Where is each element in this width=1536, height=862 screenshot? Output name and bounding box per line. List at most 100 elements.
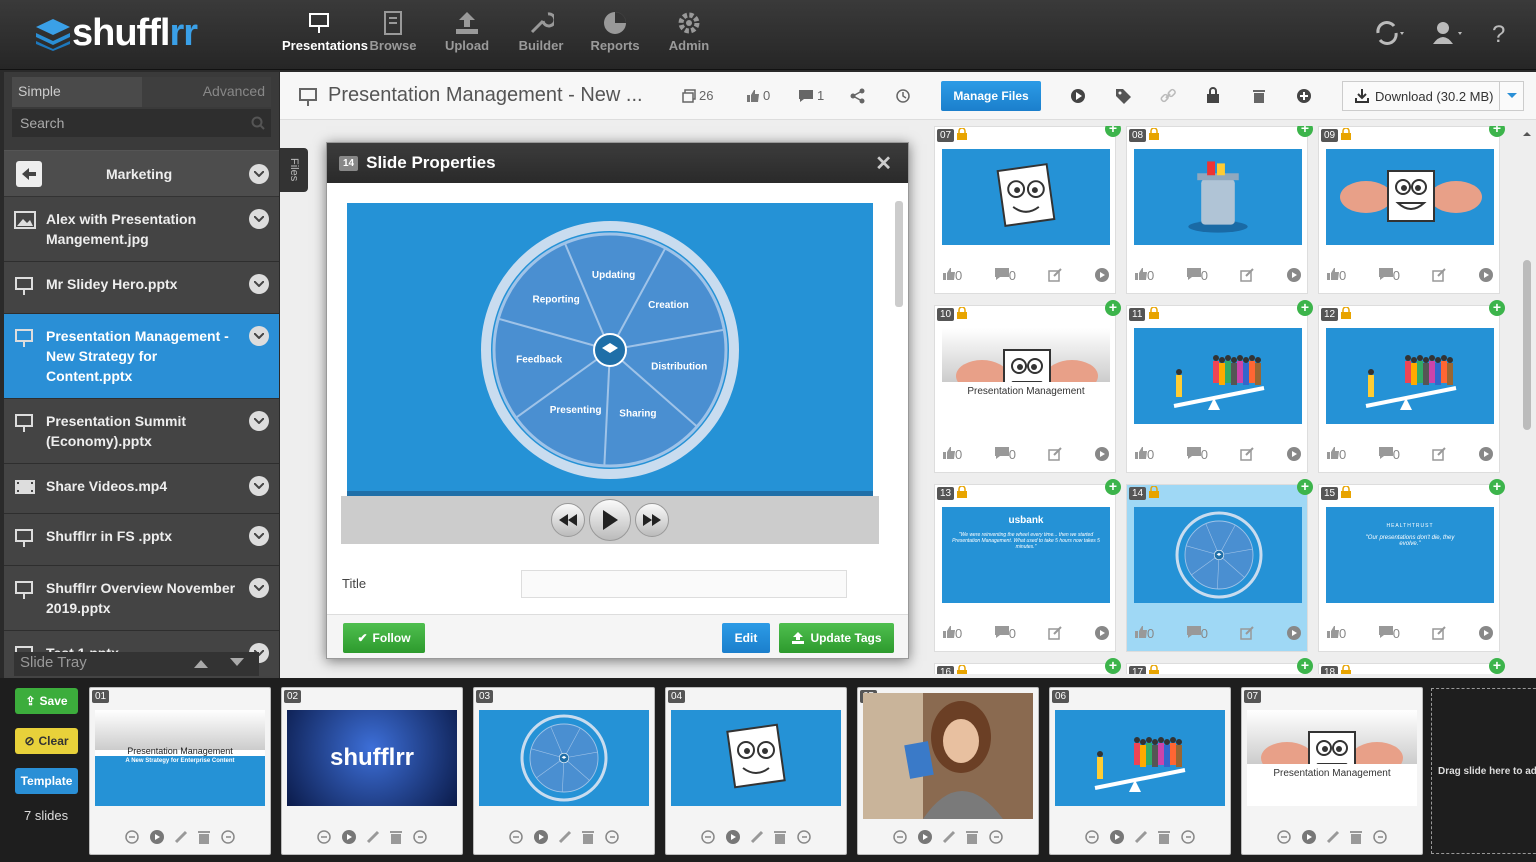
edit-button[interactable]: Edit	[722, 623, 770, 653]
like-action[interactable]: 0	[1135, 626, 1154, 641]
files-tab[interactable]: Files	[280, 148, 308, 192]
play-icon[interactable]	[1094, 626, 1109, 640]
edit-icon[interactable]	[1432, 447, 1447, 461]
lock-icon[interactable]	[1341, 665, 1351, 674]
tags-icon[interactable]	[1115, 88, 1133, 104]
add-slide-icon[interactable]: +	[1105, 126, 1121, 137]
play-button[interactable]	[589, 499, 631, 541]
comments-count[interactable]: 1	[798, 88, 824, 103]
play-icon[interactable]	[341, 830, 356, 844]
slide-thumbnail[interactable]	[1055, 710, 1225, 806]
file-item[interactable]: Shufflrr in FS .pptx	[4, 514, 279, 566]
comment-action[interactable]: 0	[994, 447, 1016, 462]
edit-icon[interactable]	[1048, 447, 1063, 461]
pencil-icon[interactable]	[1326, 830, 1340, 844]
slide-card[interactable]: 14 +0 0	[1126, 479, 1313, 652]
tab-simple[interactable]: Simple	[12, 77, 142, 107]
slide-card[interactable]: 09 +0 0	[1318, 126, 1505, 294]
chevron-down-icon[interactable]	[249, 526, 269, 546]
nav-admin[interactable]: Admin	[652, 8, 726, 53]
pencil-icon[interactable]	[174, 830, 188, 844]
remove-circle-icon[interactable]	[317, 830, 331, 844]
comment-action[interactable]: 0	[1186, 447, 1208, 462]
nav-reports[interactable]: Reports	[578, 8, 652, 53]
link-icon[interactable]	[1160, 88, 1176, 104]
comment-action[interactable]: 0	[1186, 268, 1208, 283]
lock-icon[interactable]	[957, 307, 967, 319]
tray-slide[interactable]: 03	[473, 687, 655, 855]
file-item[interactable]: Presentation Management - New Strategy f…	[4, 314, 279, 399]
file-item[interactable]: Presentation Summit (Economy).pptx	[4, 399, 279, 464]
download-dropdown[interactable]	[1499, 82, 1523, 110]
nav-upload[interactable]: Upload	[430, 8, 504, 53]
chevron-down-icon[interactable]	[249, 476, 269, 496]
scroll-up-icon[interactable]	[1522, 129, 1532, 139]
slide-tray-bar[interactable]: Slide Tray	[14, 652, 259, 676]
like-action[interactable]: 0	[1135, 268, 1154, 283]
play-icon[interactable]	[1094, 447, 1109, 461]
likes-count[interactable]: 0	[746, 88, 770, 103]
add-slide-icon[interactable]: +	[1297, 658, 1313, 674]
chevron-down-icon[interactable]	[249, 326, 269, 346]
slide-thumbnail[interactable]: usbank "We were reinventing the wheel eve…	[942, 507, 1110, 603]
close-icon[interactable]: ✕	[875, 151, 892, 176]
title-input[interactable]	[521, 570, 847, 598]
file-item[interactable]: Mr Slidey Hero.pptx	[4, 262, 279, 314]
back-arrow-icon[interactable]	[16, 160, 42, 187]
chevron-down-icon[interactable]	[249, 274, 269, 294]
forward-button[interactable]	[635, 503, 669, 537]
tray-slide[interactable]: 05	[857, 687, 1039, 855]
trash-icon[interactable]	[1350, 830, 1363, 844]
lock-icon[interactable]	[957, 665, 967, 674]
scroll-thumb[interactable]	[1523, 260, 1531, 430]
like-action[interactable]: 0	[1327, 447, 1346, 462]
pencil-icon[interactable]	[750, 830, 764, 844]
lock-icon[interactable]	[1149, 486, 1159, 498]
like-action[interactable]: 0	[943, 268, 962, 283]
slide-thumbnail[interactable]: shufflrr	[287, 710, 457, 806]
chevron-down-icon[interactable]	[249, 163, 269, 184]
slide-thumbnail[interactable]	[1134, 328, 1302, 424]
slide-card[interactable]: 11 +0 0	[1126, 300, 1313, 473]
drop-zone[interactable]: Drag slide here to ad	[1431, 688, 1536, 854]
file-item[interactable]: Alex with Presentation Mangement.jpg	[4, 197, 279, 262]
slide-card[interactable]: 07 +0 0	[934, 126, 1121, 294]
edit-icon[interactable]	[1048, 268, 1063, 282]
move-right-icon[interactable]	[605, 830, 619, 844]
download-button[interactable]: Download (30.2 MB)	[1342, 81, 1524, 111]
slide-card[interactable]: 16 +	[934, 658, 1121, 674]
like-action[interactable]: 0	[1135, 447, 1154, 462]
like-action[interactable]: 0	[1327, 268, 1346, 283]
lock-icon[interactable]	[1341, 307, 1351, 319]
add-slide-icon[interactable]: +	[1489, 479, 1505, 495]
edit-icon[interactable]	[1240, 268, 1255, 282]
play-icon[interactable]	[1478, 447, 1493, 461]
nav-presentations[interactable]: Presentations	[282, 8, 368, 53]
slide-card[interactable]: 12 +0 0	[1318, 300, 1505, 473]
tray-slide[interactable]: 02 shufflrr	[281, 687, 463, 855]
move-right-icon[interactable]	[413, 830, 427, 844]
move-right-icon[interactable]	[1373, 830, 1387, 844]
like-action[interactable]: 0	[943, 626, 962, 641]
play-icon[interactable]	[149, 830, 164, 844]
share-icon[interactable]	[850, 88, 866, 104]
edit-icon[interactable]	[1048, 626, 1063, 640]
edit-icon[interactable]	[1240, 626, 1255, 640]
remove-circle-icon[interactable]	[893, 830, 907, 844]
trash-icon[interactable]	[198, 830, 211, 844]
trash-icon[interactable]	[1158, 830, 1171, 844]
move-right-icon[interactable]	[221, 830, 235, 844]
pencil-icon[interactable]	[366, 830, 380, 844]
slide-thumbnail[interactable]	[1326, 328, 1494, 424]
pencil-icon[interactable]	[942, 830, 956, 844]
add-slide-icon[interactable]: +	[1297, 479, 1313, 495]
trash-icon[interactable]	[774, 830, 787, 844]
slide-thumbnail[interactable]	[1326, 149, 1494, 245]
folder-header[interactable]: Marketing	[4, 150, 279, 197]
lock-icon[interactable]	[1149, 128, 1159, 140]
lock-icon[interactable]	[1149, 307, 1159, 319]
comment-action[interactable]: 0	[1378, 268, 1400, 283]
lock-icon[interactable]	[1149, 665, 1159, 674]
lock-icon[interactable]	[1206, 87, 1220, 104]
modal-scrollbar[interactable]	[894, 189, 904, 603]
